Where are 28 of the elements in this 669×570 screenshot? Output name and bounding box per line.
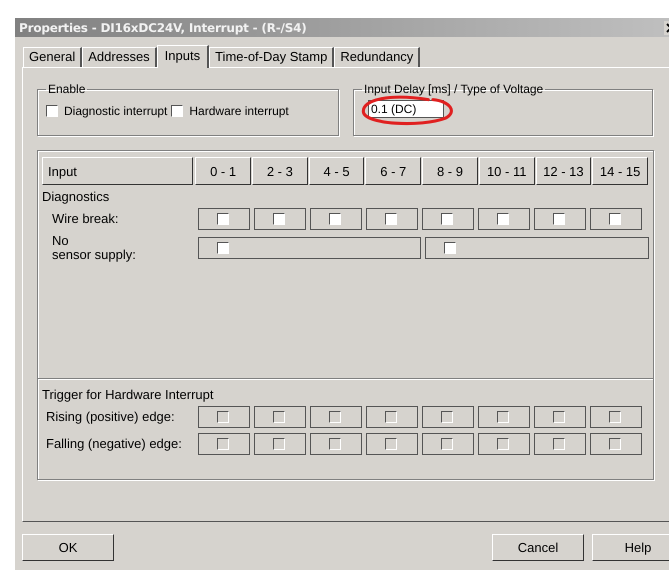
window-title: Properties - DI16xDC24V, Interrupt - (R-/S4) — [19, 20, 307, 34]
row-label: Wire break: — [51, 210, 120, 228]
tab[interactable]: Inputs — [156, 45, 210, 68]
dialog-button[interactable]: Cancel — [492, 534, 584, 561]
column-header: Input — [42, 157, 194, 185]
group-title: Enable — [47, 82, 86, 96]
input-delay-field[interactable]: 0.1 (DC) — [368, 100, 444, 118]
column-header: 10 - 11 — [478, 157, 535, 185]
section-title: Diagnostics — [42, 188, 110, 204]
row-label: Rising (positive) edge: — [45, 408, 176, 426]
row-label: No sensor supply: — [51, 234, 137, 262]
group-title: Input Delay [ms] / Type of Voltage — [363, 82, 544, 96]
column-header: 2 - 3 — [252, 157, 308, 185]
tab[interactable]: Time-of-Day Stamp — [209, 47, 334, 67]
dialog-button[interactable]: Help — [592, 534, 669, 561]
column-header: 12 - 13 — [536, 157, 592, 185]
checkbox-label: Hardware interrupt — [189, 104, 289, 118]
column-header: 8 - 9 — [422, 157, 478, 185]
tab[interactable]: General — [23, 47, 82, 67]
column-header: 0 - 1 — [195, 157, 251, 185]
column-header: 4 - 5 — [308, 157, 364, 185]
tab[interactable]: Redundancy — [334, 47, 420, 67]
section-title: Trigger for Hardware Interrupt — [42, 386, 214, 402]
column-header: 6 - 7 — [365, 157, 422, 185]
checkbox-label: Diagnostic interrupt — [64, 104, 168, 118]
row-label: Falling (negative) edge: — [45, 435, 183, 453]
dialog-button[interactable]: OK — [22, 534, 114, 561]
column-header: 14 - 15 — [592, 157, 648, 185]
